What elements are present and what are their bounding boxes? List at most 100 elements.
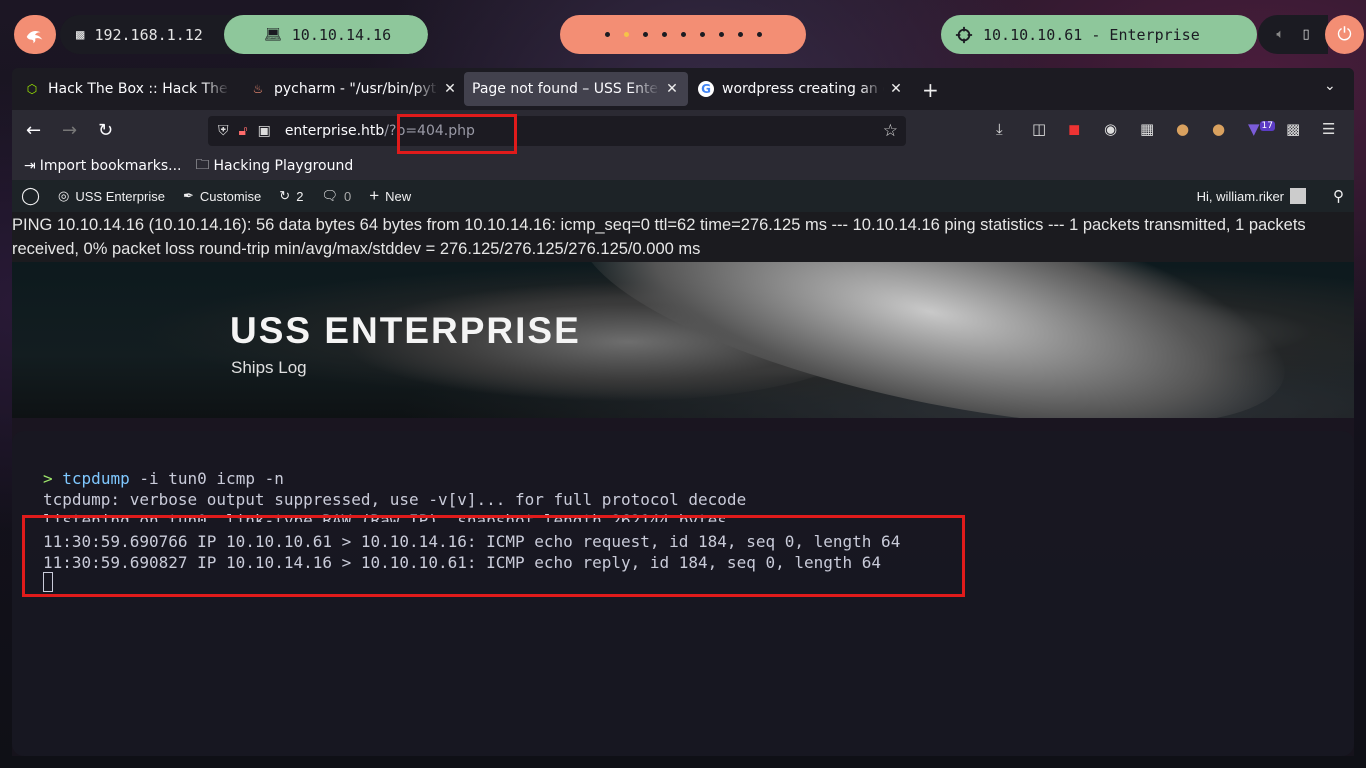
workspace-dot-1[interactable] xyxy=(604,32,610,37)
target-display[interactable]: 10.10.10.61 - Enterprise xyxy=(941,15,1257,54)
tab-title: pycharm - "/usr/bin/python xyxy=(274,81,438,97)
plus-icon: + xyxy=(369,186,380,205)
tab-google-search[interactable]: G wordpress creating an error page ✕ xyxy=(690,72,912,106)
terminal-command-line: > tcpdump -i tun0 icmp -n xyxy=(43,468,284,489)
workspace-switcher[interactable] xyxy=(560,15,806,54)
power-button[interactable]: ⏻︎ xyxy=(1325,15,1364,54)
bookmark-folder-hacking-playground[interactable]: 🗀︎ Hacking Playground xyxy=(196,154,354,178)
laptop-icon: 💻︎ xyxy=(264,26,282,43)
folder-icon: 🗀︎ xyxy=(195,157,210,173)
tab-page-not-found[interactable]: Page not found – USS Enterprise ✕ xyxy=(464,72,688,106)
workspace-dot-3[interactable] xyxy=(642,32,648,37)
comment-icon: 🗨︎ xyxy=(321,188,338,203)
workspace-dot-7[interactable] xyxy=(718,32,724,37)
system-top-bar: ▩ 192.168.1.12 💻︎ 10.10.14.16 10.10.10.6… xyxy=(0,0,1366,70)
wordpress-logo-icon[interactable]: ◯ xyxy=(12,186,49,206)
bookmark-label: Import bookmarks... xyxy=(39,158,182,174)
downloads-icon[interactable]: ⤓ xyxy=(996,120,1003,138)
bookmark-import[interactable]: ⇥ Import bookmarks... xyxy=(24,158,182,174)
workspace-dot-8[interactable] xyxy=(737,32,743,37)
brush-icon: ✒ xyxy=(182,188,194,203)
url-host: enterprise.htb xyxy=(284,123,385,139)
kali-dragon-icon xyxy=(26,30,43,43)
admin-bar-new[interactable]: + New xyxy=(360,186,420,206)
tab-title: Hack The Box :: Hack The Box xyxy=(48,81,230,97)
bookmarks-toolbar: ⇥ Import bookmarks... 🗀︎ Hacking Playgroun… xyxy=(12,152,1354,180)
tab-title: Page not found – USS Enterprise xyxy=(472,81,660,97)
htb-cube-icon: ⬡ xyxy=(26,82,38,96)
admin-bar-account[interactable]: Hi, william.riker xyxy=(1197,188,1306,204)
local-ip: 192.168.1.12 xyxy=(94,25,203,44)
workspace-dot-5[interactable] xyxy=(680,32,686,37)
crosshair-icon xyxy=(955,26,973,43)
search-icon[interactable]: ⚲ xyxy=(1333,187,1344,205)
power-icon: ⏻︎ xyxy=(1337,24,1352,45)
site-header-banner: USS ENTERPRISE Ships Log xyxy=(12,262,1354,418)
shield-icon[interactable]: ⛨︎ xyxy=(218,123,229,139)
close-icon[interactable]: ✕ xyxy=(442,81,458,97)
volume-icon[interactable]: 🔈︎ xyxy=(1276,27,1284,42)
icmp-highlight-box xyxy=(22,515,965,597)
back-arrow-icon[interactable]: ← xyxy=(26,120,41,141)
command: tcpdump xyxy=(62,469,130,488)
avatar xyxy=(1290,188,1306,204)
admin-bar-site-name[interactable]: ◎ USS Enterprise xyxy=(49,188,174,204)
python-icon: ♨︎ xyxy=(252,82,264,96)
google-icon: G xyxy=(698,81,714,97)
close-icon[interactable]: ✕ xyxy=(888,81,904,97)
url-bar[interactable]: ⛨︎ 🔓︎ ▣ enterprise.htb/?p=404.php ☆ xyxy=(208,116,906,146)
prompt: > xyxy=(43,469,53,488)
site-name-label: USS Enterprise xyxy=(75,188,165,204)
comments-count: 0 xyxy=(343,188,352,204)
reload-icon[interactable]: ↻ xyxy=(98,120,113,141)
extension-badge: 17 xyxy=(1259,121,1275,131)
greeting-label: Hi, william.riker xyxy=(1196,188,1284,204)
network-icon: ▩ xyxy=(76,26,85,43)
admin-bar-updates[interactable]: ↻ 2 xyxy=(270,188,312,204)
network-widget: ▩ 192.168.1.12 💻︎ 10.10.14.16 xyxy=(60,15,428,54)
forward-arrow-icon[interactable]: → xyxy=(62,120,77,141)
bookmark-star-icon[interactable]: ☆ xyxy=(883,121,898,141)
qr-code-icon[interactable]: ▦ xyxy=(1140,120,1154,138)
user-agent-icon[interactable]: ▩ xyxy=(1286,120,1300,138)
cookie-icon[interactable]: ● xyxy=(1176,120,1189,138)
wappalyzer-icon[interactable]: ▼ 17 xyxy=(1248,120,1275,138)
hamburger-menu-icon[interactable]: ☰ xyxy=(1322,120,1335,138)
command-args: -i tun0 icmp -n xyxy=(139,469,284,488)
privacy-badger-icon[interactable]: ◉ xyxy=(1104,120,1117,138)
local-ip-display[interactable]: ▩ 192.168.1.12 xyxy=(60,15,224,54)
tab-title: wordpress creating an error page xyxy=(722,81,884,97)
close-icon[interactable]: ✕ xyxy=(664,81,680,97)
bookmark-label: Hacking Playground xyxy=(213,158,354,174)
ublock-icon[interactable]: ◼ xyxy=(1068,120,1080,138)
site-title[interactable]: USS ENTERPRISE xyxy=(230,310,581,352)
target-label: 10.10.10.61 - Enterprise xyxy=(983,25,1200,44)
updates-icon: ↻ xyxy=(279,188,291,203)
new-tab-button[interactable]: + xyxy=(922,78,939,102)
kali-menu-button[interactable] xyxy=(14,15,56,54)
customise-label: Customise xyxy=(199,188,262,204)
phone-icon[interactable]: ▯ xyxy=(1303,27,1310,42)
wordpress-admin-bar: ◯ ◎ USS Enterprise ✒ Customise ↻ 2 🗨︎ 0 + New… xyxy=(12,180,1354,212)
tab-hackthebox[interactable]: ⬡ Hack The Box :: Hack The Box xyxy=(16,72,238,106)
list-all-tabs-chevron-icon[interactable]: ⌄ xyxy=(1324,78,1336,94)
updates-count: 2 xyxy=(296,188,304,204)
admin-bar-customise[interactable]: ✒ Customise xyxy=(174,188,270,204)
admin-bar-comments[interactable]: 🗨︎ 0 xyxy=(312,188,360,204)
vpn-ip-display[interactable]: 💻︎ 10.10.14.16 xyxy=(224,15,428,54)
tab-strip: ⬡ Hack The Box :: Hack The Box ♨︎ pychar… xyxy=(12,68,1354,110)
cookie-editor-icon[interactable]: ● xyxy=(1212,120,1225,138)
site-tagline: Ships Log xyxy=(231,358,307,377)
workspace-dot-9[interactable] xyxy=(756,32,762,37)
vpn-ip: 10.10.14.16 xyxy=(291,25,392,44)
tab-pycharm[interactable]: ♨︎ pycharm - "/usr/bin/python ✕ xyxy=(242,72,466,106)
extensions-icon[interactable]: ◫ xyxy=(1032,120,1046,138)
navigation-toolbar: ← → ↻ ⛨︎ 🔓︎ ▣ enterprise.htb/?p=404.php … xyxy=(12,110,1354,152)
system-tray: 🔈︎ ▯ xyxy=(1258,15,1328,54)
workspace-dot-2[interactable] xyxy=(623,32,629,37)
workspace-dot-6[interactable] xyxy=(699,32,705,37)
workspace-dot-4[interactable] xyxy=(661,32,667,37)
url-highlight-box xyxy=(397,114,517,154)
dashboard-icon: ◎ xyxy=(58,188,70,203)
insecure-lock-icon[interactable]: 🔓︎ xyxy=(239,123,248,139)
